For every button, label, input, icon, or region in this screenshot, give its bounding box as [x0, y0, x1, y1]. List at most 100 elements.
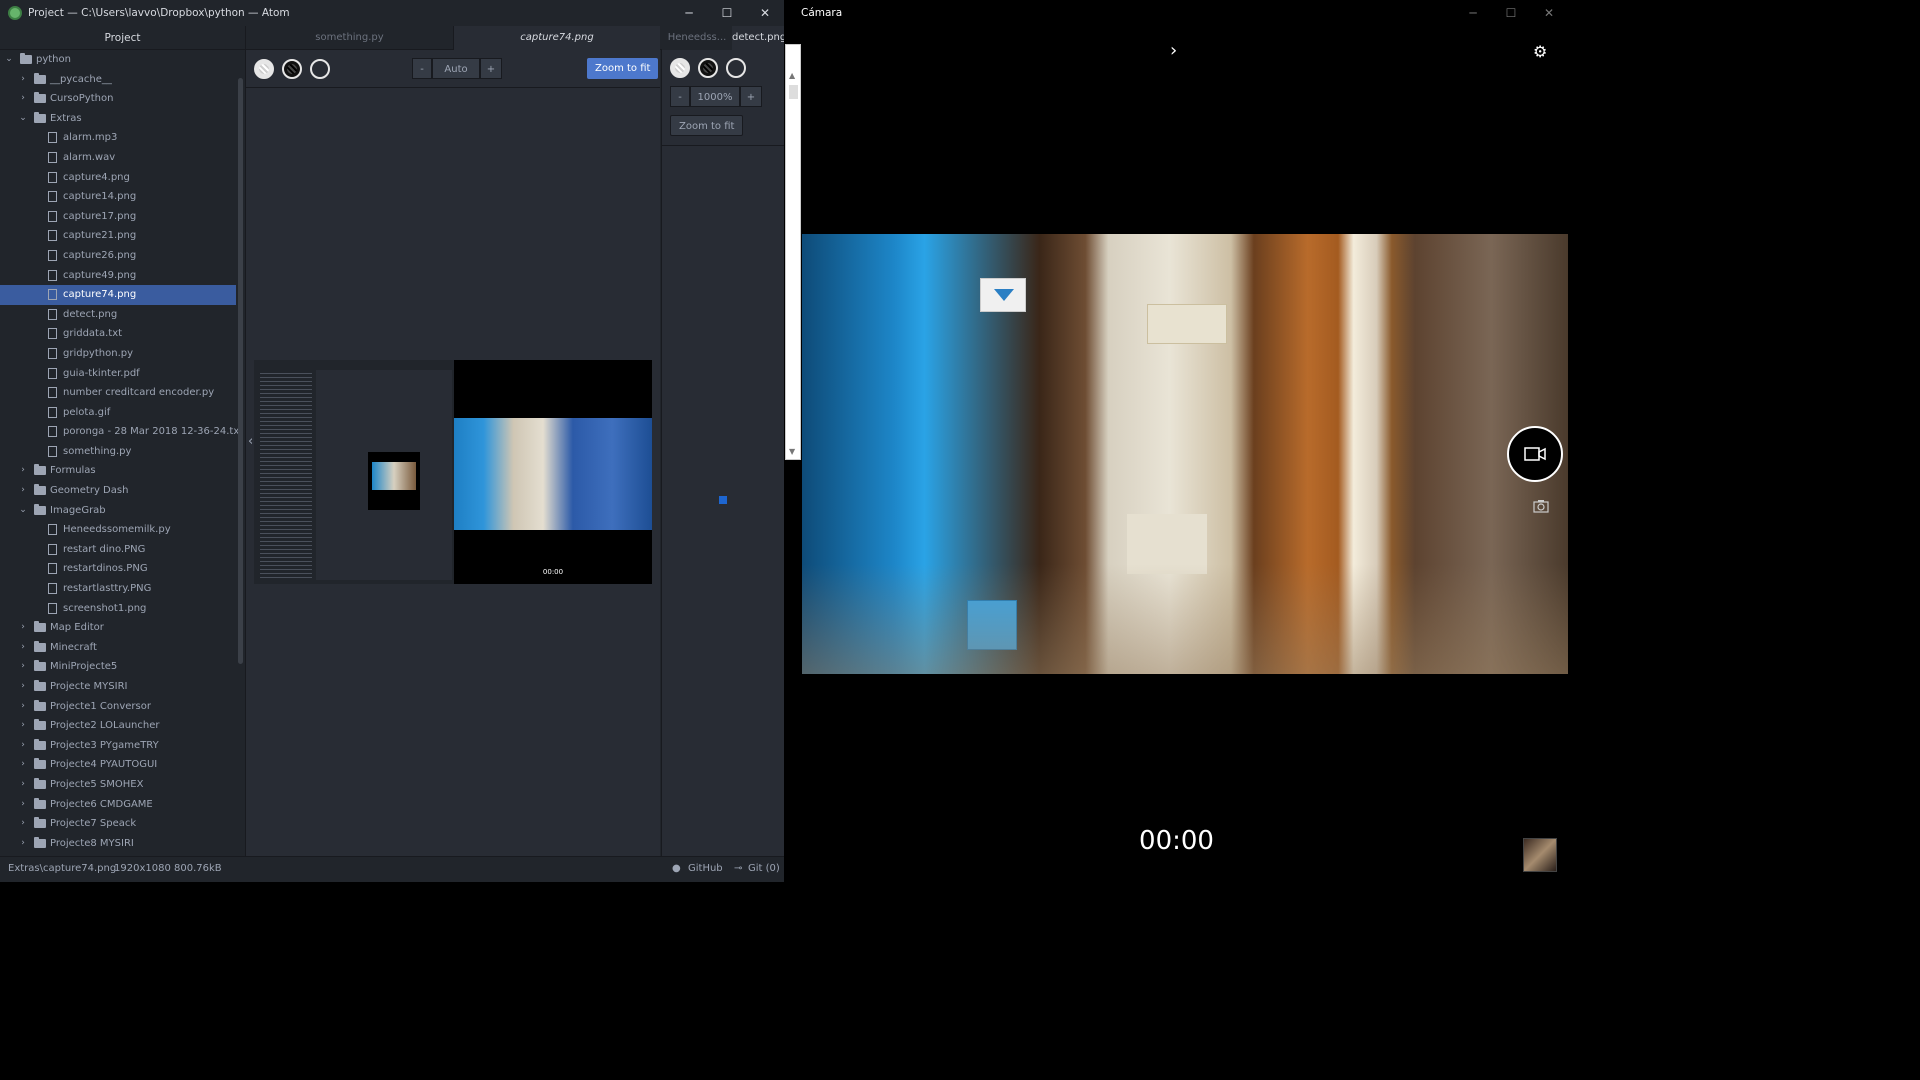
chevron-down-icon[interactable]: ⌄ — [18, 109, 28, 129]
tree-file[interactable]: poronga - 28 Mar 2018 12-36-24.txt — [0, 422, 245, 442]
black-background-button[interactable] — [282, 59, 302, 79]
tree-file[interactable]: capture4.png — [0, 168, 245, 188]
zoom-to-fit-button-2[interactable]: Zoom to fit — [670, 115, 744, 136]
tree-file[interactable]: number creditcard encoder.py — [0, 383, 245, 403]
tree-file[interactable]: detect.png — [0, 305, 245, 325]
tree-file[interactable]: Heneedssomemilk.py — [0, 520, 245, 540]
photo-mode-button[interactable] — [1533, 499, 1549, 516]
zoom-in-button-2[interactable]: + — [740, 86, 762, 107]
black-background-button-2[interactable] — [698, 58, 718, 78]
zoom-out-button[interactable]: - — [412, 58, 432, 79]
tree-folder[interactable]: › Projecte1 Conversor — [0, 697, 245, 717]
zoom-in-button[interactable]: + — [480, 58, 502, 79]
camera-minimize-button[interactable]: ─ — [1454, 0, 1492, 26]
white-background-button-2[interactable] — [670, 58, 690, 78]
tree-scrollbar[interactable] — [238, 78, 243, 664]
tree-file[interactable]: restartdinos.PNG — [0, 559, 245, 579]
scroll-up-icon[interactable]: ▲ — [789, 71, 795, 80]
chevron-right-icon[interactable]: › — [18, 755, 28, 775]
transparent-background-button-2[interactable] — [726, 58, 746, 78]
zoom-value-2[interactable]: 1000% — [690, 86, 740, 107]
atom-close-button[interactable]: ✕ — [746, 0, 784, 26]
chevron-right-icon[interactable]: › — [18, 775, 28, 795]
tree-file[interactable]: something.py — [0, 442, 245, 462]
collapse-arrow-icon[interactable]: ‹ — [248, 434, 253, 449]
chevron-right-icon[interactable]: › — [18, 89, 28, 109]
tree-folder[interactable]: › Projecte8 MYSIRI — [0, 834, 245, 854]
zoom-to-fit-button[interactable]: Zoom to fit — [587, 58, 659, 79]
tree-folder[interactable]: › Projecte3 PYgameTRY — [0, 736, 245, 756]
chevron-right-icon[interactable]: › — [18, 834, 28, 854]
tree-folder[interactable]: › Projecte2 LOLauncher — [0, 716, 245, 736]
chevron-right-icon[interactable]: › — [18, 795, 28, 815]
tree-file[interactable]: capture49.png — [0, 266, 245, 286]
tree-folder[interactable]: › Projecte MYSIRI — [0, 677, 245, 697]
tree-folder[interactable]: › Map Editor — [0, 618, 245, 638]
chevron-right-icon[interactable]: › — [18, 736, 28, 756]
tree-item-label: Formulas — [50, 465, 96, 477]
tree-file[interactable]: guia-tkinter.pdf — [0, 364, 245, 384]
git-icon: ⊸ — [734, 863, 743, 874]
chevron-right-icon[interactable]: › — [18, 677, 28, 697]
zoom-out-button-2[interactable]: - — [670, 86, 690, 107]
tree-folder[interactable]: › Formulas — [0, 461, 245, 481]
tab-something-py[interactable]: something.py — [246, 26, 454, 50]
tree-folder[interactable]: › __pycache__ — [0, 70, 245, 90]
tree-folder[interactable]: ⌄ Extras — [0, 109, 245, 129]
chevron-right-icon[interactable]: › — [18, 461, 28, 481]
tree-file[interactable]: capture17.png — [0, 207, 245, 227]
tree-file[interactable]: pelota.gif — [0, 403, 245, 423]
status-file-path[interactable]: Extras\capture74.png — [8, 863, 116, 874]
tree-folder[interactable]: › Minecraft — [0, 638, 245, 658]
zoom-value[interactable]: Auto — [432, 58, 480, 79]
tree-folder[interactable]: › Projecte6 CMDGAME — [0, 795, 245, 815]
tree-file[interactable]: capture14.png — [0, 187, 245, 207]
tab-detect-png[interactable]: detect.png — [732, 26, 784, 50]
tree-file[interactable]: capture26.png — [0, 246, 245, 266]
tree-file[interactable]: capture21.png — [0, 226, 245, 246]
settings-gear-icon[interactable]: ⚙ — [1533, 42, 1547, 61]
overlay-scrollbar[interactable]: ▲ ▼ — [785, 44, 801, 460]
chevron-right-icon[interactable]: › — [18, 618, 28, 638]
expand-chevron-icon[interactable]: › — [1170, 40, 1177, 61]
tree-file[interactable]: screenshot1.png — [0, 599, 245, 619]
status-git[interactable]: Git (0) — [748, 863, 780, 874]
tree-file[interactable]: alarm.wav — [0, 148, 245, 168]
camera-maximize-button[interactable]: ☐ — [1492, 0, 1530, 26]
status-github[interactable]: GitHub — [688, 863, 723, 874]
camera-close-button[interactable]: ✕ — [1530, 0, 1568, 26]
tree-file[interactable]: restart dino.PNG — [0, 540, 245, 560]
white-background-button[interactable] — [254, 59, 274, 79]
tab-capture74-png[interactable]: capture74.png — [454, 26, 660, 50]
tree-folder[interactable]: › CursoPython — [0, 89, 245, 109]
chevron-right-icon[interactable]: › — [18, 481, 28, 501]
tree-folder[interactable]: › Projecte7 Speack — [0, 814, 245, 834]
tree-folder[interactable]: › MiniProjecte5 — [0, 657, 245, 677]
tree-folder[interactable]: › Projecte4 PYAUTOGUI — [0, 755, 245, 775]
scroll-thumb[interactable] — [789, 85, 798, 99]
tree-folder[interactable]: › Projecte5 SMOHEX — [0, 775, 245, 795]
tree-folder[interactable]: ⌄ python — [0, 50, 245, 70]
tree-folder[interactable]: ⌄ ImageGrab — [0, 501, 245, 521]
atom-maximize-button[interactable]: ☐ — [708, 0, 746, 26]
tree-file[interactable]: restartlasttry.PNG — [0, 579, 245, 599]
tree-file[interactable]: alarm.mp3 — [0, 128, 245, 148]
atom-minimize-button[interactable]: ─ — [670, 0, 708, 26]
last-capture-thumbnail[interactable] — [1523, 838, 1557, 872]
transparent-background-button[interactable] — [310, 59, 330, 79]
tab-heneedssomemilk[interactable]: Heneedss... — [662, 26, 732, 50]
chevron-right-icon[interactable]: › — [18, 657, 28, 677]
tree-folder[interactable]: › Geometry Dash — [0, 481, 245, 501]
chevron-right-icon[interactable]: › — [18, 70, 28, 90]
tree-file[interactable]: gridpython.py — [0, 344, 245, 364]
tree-file[interactable]: griddata.txt — [0, 324, 245, 344]
chevron-down-icon[interactable]: ⌄ — [4, 50, 14, 70]
tree-file[interactable]: capture74.png — [0, 285, 236, 305]
scroll-down-icon[interactable]: ▼ — [789, 447, 795, 456]
record-video-button[interactable] — [1507, 426, 1563, 482]
chevron-right-icon[interactable]: › — [18, 716, 28, 736]
chevron-right-icon[interactable]: › — [18, 638, 28, 658]
chevron-right-icon[interactable]: › — [18, 697, 28, 717]
chevron-right-icon[interactable]: › — [18, 814, 28, 834]
chevron-down-icon[interactable]: ⌄ — [18, 501, 28, 521]
